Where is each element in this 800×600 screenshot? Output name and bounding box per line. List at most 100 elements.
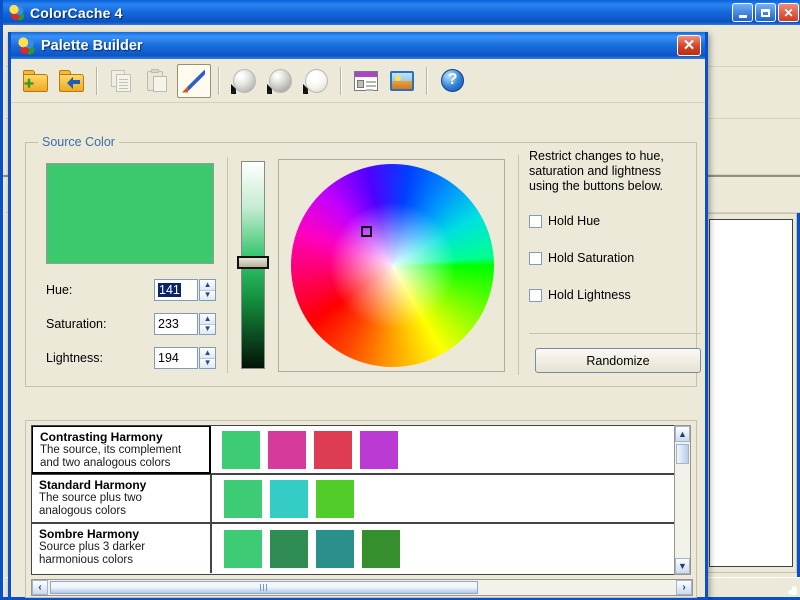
eyedropper-button[interactable] <box>177 63 211 98</box>
toolbar-separator <box>340 66 342 95</box>
hue-spin-buttons[interactable]: ▲ ▼ <box>199 279 216 301</box>
hold-hue-label: Hold Hue <box>548 214 601 228</box>
saturation-spin-buttons[interactable]: ▲ ▼ <box>199 313 216 335</box>
horizontal-scrollbar-thumb[interactable] <box>50 581 478 594</box>
saturation-spin-down-icon[interactable]: ▼ <box>200 324 215 334</box>
open-palette-button[interactable] <box>55 64 89 98</box>
color-swatch[interactable] <box>222 430 260 469</box>
color-wheel-container <box>278 159 505 372</box>
maximize-button[interactable] <box>755 3 776 22</box>
source-color-legend: Source Color <box>38 135 119 149</box>
help-button[interactable]: ? <box>435 64 469 98</box>
sphere-shading-1-button[interactable] <box>227 64 261 98</box>
view-image-button[interactable] <box>385 64 419 98</box>
minimize-icon <box>738 14 747 18</box>
harmony-title: Sombre Harmony <box>39 527 140 541</box>
hold-saturation-row[interactable]: Hold Saturation <box>529 245 689 271</box>
help-question-icon: ? <box>438 68 466 94</box>
resize-grip-icon[interactable] <box>783 581 797 595</box>
harmony-list[interactable]: Contrasting Harmony The source, its comp… <box>31 425 676 575</box>
paste-button[interactable] <box>141 64 175 98</box>
lightness-spin-up-icon[interactable]: ▲ <box>200 348 215 359</box>
randomize-button[interactable]: Randomize <box>535 348 701 373</box>
table-row[interactable]: Contrasting Harmony The source, its comp… <box>32 426 675 475</box>
harmony-description: Source plus 3 darker harmonious colors <box>39 541 146 566</box>
color-swatch[interactable] <box>316 479 354 518</box>
harmony-label-cell: Standard Harmony The source plus two ana… <box>32 475 212 522</box>
saturation-input[interactable]: 233 <box>154 313 199 335</box>
vertical-scrollbar-thumb[interactable] <box>676 444 689 464</box>
lightness-spin-buttons[interactable]: ▲ ▼ <box>199 347 216 369</box>
color-swatch[interactable] <box>316 529 354 568</box>
source-color-group: Source Color Hue: 141 ▲ ▼ Saturation: 23… <box>25 135 701 387</box>
color-swatch[interactable] <box>224 529 262 568</box>
restrict-description: Restrict changes to hue, saturation and … <box>529 149 664 193</box>
restrict-panel: Restrict changes to hue, saturation and … <box>529 149 689 319</box>
hold-hue-checkbox[interactable] <box>529 214 542 228</box>
color-swatch[interactable] <box>314 430 352 469</box>
lightness-stepper[interactable]: 194 ▲ ▼ <box>154 347 216 369</box>
hold-hue-row[interactable]: Hold Hue <box>529 208 689 234</box>
main-window-buttons: ✕ <box>732 3 799 22</box>
harmony-list-horizontal-scrollbar[interactable]: ‹ › <box>31 579 693 596</box>
hold-lightness-row[interactable]: Hold Lightness <box>529 282 689 308</box>
panel-divider <box>518 155 519 375</box>
dialog-toolbar: + ? <box>11 59 705 103</box>
color-swatch[interactable] <box>224 479 262 518</box>
restrict-divider <box>529 333 701 334</box>
hue-spin-up-icon[interactable]: ▲ <box>200 280 215 291</box>
scroll-down-button[interactable]: ▼ <box>675 558 690 574</box>
harmony-swatches <box>210 426 398 473</box>
color-swatch[interactable] <box>362 529 400 568</box>
source-color-preview[interactable] <box>46 163 214 264</box>
hold-saturation-checkbox[interactable] <box>529 251 542 265</box>
color-swatch[interactable] <box>268 430 306 469</box>
color-swatch[interactable] <box>270 529 308 568</box>
hold-lightness-checkbox[interactable] <box>529 288 542 302</box>
color-swatch[interactable] <box>360 430 398 469</box>
main-window-title: ColorCache 4 <box>30 4 123 21</box>
sphere-shading-3-button[interactable] <box>299 64 333 98</box>
copy-button[interactable] <box>105 64 139 98</box>
scroll-up-button[interactable]: ▲ <box>675 426 690 442</box>
folder-open-icon <box>58 68 86 94</box>
harmony-swatches <box>212 524 400 573</box>
scroll-right-button[interactable]: › <box>676 580 692 595</box>
lightness-label: Lightness: <box>46 351 103 365</box>
main-window-titlebar[interactable]: ColorCache 4 ✕ <box>3 0 800 25</box>
scroll-left-button[interactable]: ‹ <box>32 580 48 595</box>
table-row[interactable]: Sombre Harmony Source plus 3 darker harm… <box>32 524 675 573</box>
saturation-spin-up-icon[interactable]: ▲ <box>200 314 215 325</box>
hue-input[interactable]: 141 <box>154 279 199 301</box>
toolbar-separator <box>96 66 98 95</box>
paste-icon <box>144 68 172 94</box>
harmony-list-vertical-scrollbar[interactable]: ▲ ▼ <box>674 425 691 575</box>
hue-stepper[interactable]: 141 ▲ ▼ <box>154 279 216 301</box>
close-button[interactable]: ✕ <box>778 3 799 22</box>
copy-icon <box>108 68 136 94</box>
hue-field-row: Hue: 141 ▲ ▼ <box>46 279 216 301</box>
color-wheel[interactable] <box>291 164 494 367</box>
view-details-button[interactable] <box>349 64 383 98</box>
table-row[interactable]: Standard Harmony The source plus two ana… <box>32 475 675 524</box>
background-content-area <box>709 219 793 567</box>
palette-builder-dialog: Palette Builder ✕ + ? Source Color Hue: … <box>8 32 708 600</box>
color-wheel-marker[interactable] <box>361 226 372 237</box>
color-swatch[interactable] <box>270 479 308 518</box>
harmony-title: Standard Harmony <box>39 478 147 492</box>
sphere-shading-2-button[interactable] <box>263 64 297 98</box>
harmony-swatches <box>212 475 354 522</box>
minimize-button[interactable] <box>732 3 753 22</box>
hue-spin-down-icon[interactable]: ▼ <box>200 290 215 300</box>
toolbar-separator <box>218 66 220 95</box>
lightness-slider-thumb[interactable] <box>237 256 269 269</box>
sphere-gradient-icon <box>266 68 294 94</box>
saturation-stepper[interactable]: 233 ▲ ▼ <box>154 313 216 335</box>
lightness-input[interactable]: 194 <box>154 347 199 369</box>
harmony-title: Contrasting Harmony <box>40 430 163 444</box>
lightness-spin-down-icon[interactable]: ▼ <box>200 358 215 368</box>
dialog-titlebar[interactable]: Palette Builder ✕ <box>11 32 705 59</box>
dialog-close-button[interactable]: ✕ <box>677 35 701 56</box>
new-palette-button[interactable]: + <box>19 64 53 98</box>
colorcache-logo-icon <box>17 36 35 55</box>
